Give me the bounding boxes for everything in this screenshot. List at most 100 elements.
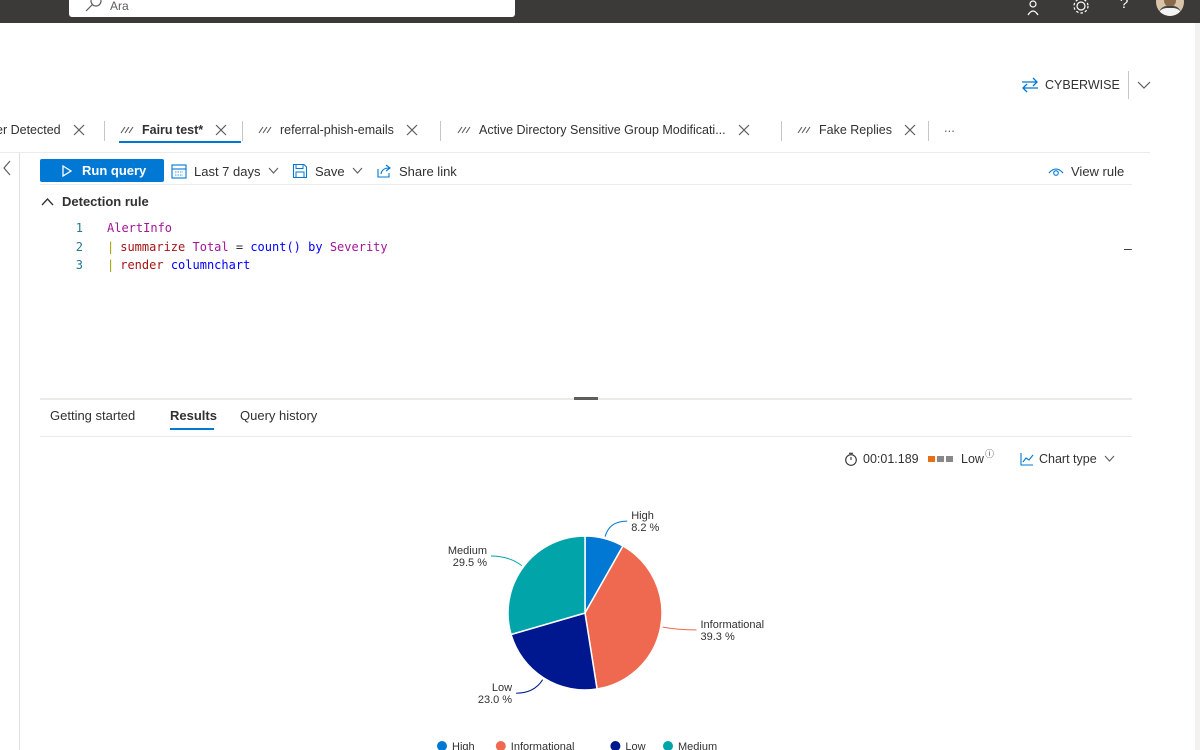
info-icon[interactable]: ⓘ <box>985 447 994 460</box>
time-range-label: Last 7 days <box>194 163 261 179</box>
switch-icon <box>1022 77 1038 93</box>
tab-label: er Detected <box>0 123 61 137</box>
left-pane-border <box>19 153 20 750</box>
tab-label: Fairu test* <box>142 123 204 137</box>
toolbar-divider <box>40 184 1132 185</box>
code-line: 2 | summarize Total = count() by Severity <box>70 238 388 257</box>
tab-getting-started[interactable]: Getting started <box>50 408 135 423</box>
legend-label[interactable]: Low <box>625 741 645 750</box>
tab-divider <box>242 121 243 141</box>
pie-label-value: 29.5 % <box>453 557 487 569</box>
tab-query-3[interactable]: referral-phish-emails <box>258 118 418 142</box>
pie-label-category: Low <box>492 682 512 694</box>
share-icon <box>377 164 391 178</box>
gear-icon[interactable] <box>1070 0 1092 18</box>
line-number: 2 <box>75 239 83 254</box>
run-query-button[interactable]: Run query <box>40 159 164 182</box>
workspace-selector[interactable]: CYBERWISE <box>1020 71 1151 99</box>
resource-usage-indicator: Low ⓘ <box>928 447 994 468</box>
usage-bar <box>937 456 944 462</box>
time-range-dropdown[interactable]: Last 7 days <box>171 161 279 181</box>
pie-label-category: Medium <box>448 545 487 557</box>
pie-leader-line <box>490 555 523 567</box>
search-icon <box>85 0 102 12</box>
chart-type-label: Chart type <box>1039 452 1097 466</box>
code-line: 3 | render columnchart <box>70 256 388 275</box>
save-icon <box>292 163 308 179</box>
more-tabs-button[interactable]: ... <box>944 120 955 135</box>
tab-query-1[interactable]: er Detected <box>0 118 85 142</box>
query-link-icon <box>797 126 811 134</box>
tab-divider <box>781 121 782 141</box>
legend-label[interactable]: Medium <box>678 741 717 750</box>
collapse-chevron-icon[interactable] <box>2 160 12 176</box>
close-icon[interactable] <box>215 124 227 136</box>
code-keyword-token: by <box>308 239 323 254</box>
code-equals-token: = <box>235 239 244 254</box>
workspace-divider <box>1127 71 1129 99</box>
pie-leader-line <box>516 679 544 694</box>
tabs-divider-line <box>0 152 1150 153</box>
line-number: 3 <box>75 258 83 272</box>
tab-results[interactable]: Results <box>170 408 217 423</box>
tab-query-5[interactable]: Fake Replies <box>797 118 916 142</box>
pie-label-value: 23.0 % <box>478 694 512 706</box>
legend-label[interactable]: Informational <box>511 741 575 750</box>
calendar-icon <box>171 164 187 179</box>
help-icon[interactable]: ? <box>1120 0 1128 12</box>
view-rule-button[interactable]: View rule <box>1048 161 1124 181</box>
tab-query-2[interactable]: Fairu test* <box>120 118 227 142</box>
tab-query-4[interactable]: Active Directory Sensitive Group Modific… <box>457 118 750 142</box>
chevron-down-icon[interactable] <box>1137 80 1151 90</box>
legend-marker <box>663 741 673 750</box>
code-column-token: Severity <box>329 239 388 254</box>
detection-rule-toggle[interactable]: Detection rule <box>41 194 149 209</box>
query-link-icon <box>457 126 471 134</box>
chart-type-dropdown[interactable]: Chart type <box>1020 450 1115 468</box>
pipe-token: | <box>107 239 115 254</box>
search-input[interactable]: Ara <box>110 0 129 13</box>
pie-label-category: Informational <box>701 619 765 631</box>
minimize-icon[interactable]: – <box>1124 240 1132 256</box>
query-link-icon <box>258 126 272 134</box>
splitter-handle[interactable] <box>574 397 598 400</box>
resource-usage-label: Low <box>961 452 984 466</box>
community-icon[interactable] <box>1022 0 1044 18</box>
tab-divider <box>440 121 441 141</box>
close-icon[interactable] <box>738 124 750 136</box>
save-dropdown[interactable]: Save <box>292 161 363 181</box>
pie-label-category: High <box>631 510 654 522</box>
pipe-token: | <box>107 258 115 272</box>
eye-icon <box>1048 168 1064 176</box>
line-chart-icon <box>1020 453 1034 466</box>
usage-bars <box>928 456 955 462</box>
stopwatch-icon <box>845 452 857 466</box>
global-search-box[interactable]: Ara <box>69 0 515 17</box>
code-function-token: count() <box>250 239 301 254</box>
share-link-button[interactable]: Share link <box>376 161 457 181</box>
legend-marker <box>610 741 621 750</box>
chevron-down-icon <box>1104 455 1115 462</box>
code-table-token: AlertInfo <box>107 221 173 235</box>
line-number: 1 <box>75 221 83 235</box>
close-icon[interactable] <box>73 124 85 136</box>
run-query-label: Run query <box>82 163 147 178</box>
chevron-up-icon <box>41 198 54 206</box>
code-operator-token: render <box>120 258 164 272</box>
legend-label[interactable]: High <box>452 741 475 750</box>
query-editor[interactable]: 1 AlertInfo 2 | summarize Total = count() b… <box>70 219 388 275</box>
user-avatar[interactable] <box>1156 0 1184 16</box>
close-icon[interactable] <box>904 124 916 136</box>
tab-query-history[interactable]: Query history <box>240 408 317 423</box>
workspace-name: CYBERWISE <box>1045 78 1120 92</box>
legend-marker <box>495 741 506 750</box>
share-link-label: Share link <box>399 163 457 179</box>
page-scrollbar[interactable] <box>1195 23 1200 750</box>
avatar-shirt <box>1159 6 1181 16</box>
tab-divider <box>928 121 929 141</box>
pie-label-value: 8.2 % <box>631 522 659 534</box>
usage-bar <box>946 456 953 462</box>
code-argument-token: columnchart <box>170 258 251 272</box>
close-icon[interactable] <box>406 124 418 136</box>
severity-pie-chart: High8.2 %Informational39.3 %Low23.0 %Med… <box>437 510 765 750</box>
